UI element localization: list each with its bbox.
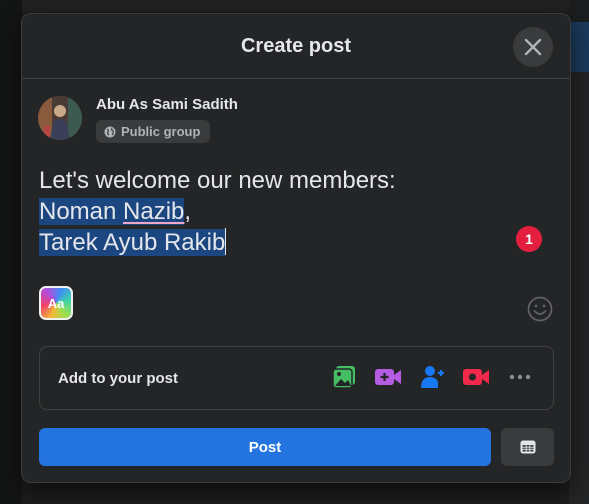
misspelled-word: Nazib <box>123 198 185 225</box>
selected-text: Noman Nazib <box>39 198 185 225</box>
add-video-button[interactable] <box>373 362 403 392</box>
avatar-person-icon <box>38 96 82 140</box>
author-name[interactable]: Abu As Sami Sadith <box>96 96 238 113</box>
backdrop-left-strip <box>0 0 22 504</box>
background-picker-button[interactable]: Aa <box>39 286 73 320</box>
audience-selector[interactable]: Public group <box>96 120 211 143</box>
add-to-post-panel: Add to your post <box>39 346 554 410</box>
live-video-button[interactable] <box>461 362 491 392</box>
close-icon <box>524 38 542 56</box>
more-options-button[interactable] <box>505 362 535 392</box>
backdrop-top-band <box>22 0 569 12</box>
tag-people-icon <box>421 366 444 388</box>
selected-text: Tarek Ayub Rakib <box>39 229 226 256</box>
tag-people-button[interactable] <box>417 362 447 392</box>
post-text-line-2: Noman Nazib, <box>39 196 509 227</box>
post-text-line-1: Let's welcome our new members: <box>39 167 396 194</box>
dialog-header: Create post <box>22 14 570 79</box>
add-to-post-label: Add to your post <box>58 369 178 387</box>
background-picker-label: Aa <box>47 295 65 311</box>
dialog-title: Create post <box>240 34 352 57</box>
calendar-icon <box>520 440 535 454</box>
backdrop-right-edge <box>569 72 589 504</box>
audience-label: Public group <box>121 124 201 139</box>
emoji-button[interactable] <box>527 296 553 322</box>
live-video-icon <box>463 369 489 385</box>
mention-first-name: Noman <box>39 198 117 225</box>
post-author: Abu As Sami Sadith Public group <box>38 96 238 143</box>
post-button[interactable]: Post <box>39 428 491 466</box>
smiley-icon <box>527 296 553 322</box>
photo-video-icon <box>332 366 355 389</box>
notification-badge[interactable]: 1 <box>516 226 542 252</box>
comma: , <box>184 198 192 225</box>
more-icon <box>509 374 531 380</box>
close-button[interactable] <box>513 27 553 67</box>
create-post-dialog: Create post Abu As Sami Sadith Public gr… <box>21 13 571 483</box>
post-text-line-3: Tarek Ayub Rakib <box>39 227 509 258</box>
add-to-post-icons <box>329 362 535 392</box>
schedule-button[interactable] <box>501 428 554 466</box>
post-textbox[interactable]: Let's welcome our new members: Noman Naz… <box>39 165 509 258</box>
add-photo-button[interactable] <box>329 362 359 392</box>
avatar[interactable] <box>38 96 82 140</box>
author-info: Abu As Sami Sadith Public group <box>96 96 238 143</box>
video-icon <box>375 369 401 385</box>
backdrop-blue-edge <box>569 22 589 72</box>
text-caret <box>225 228 227 255</box>
globe-icon <box>104 126 116 137</box>
